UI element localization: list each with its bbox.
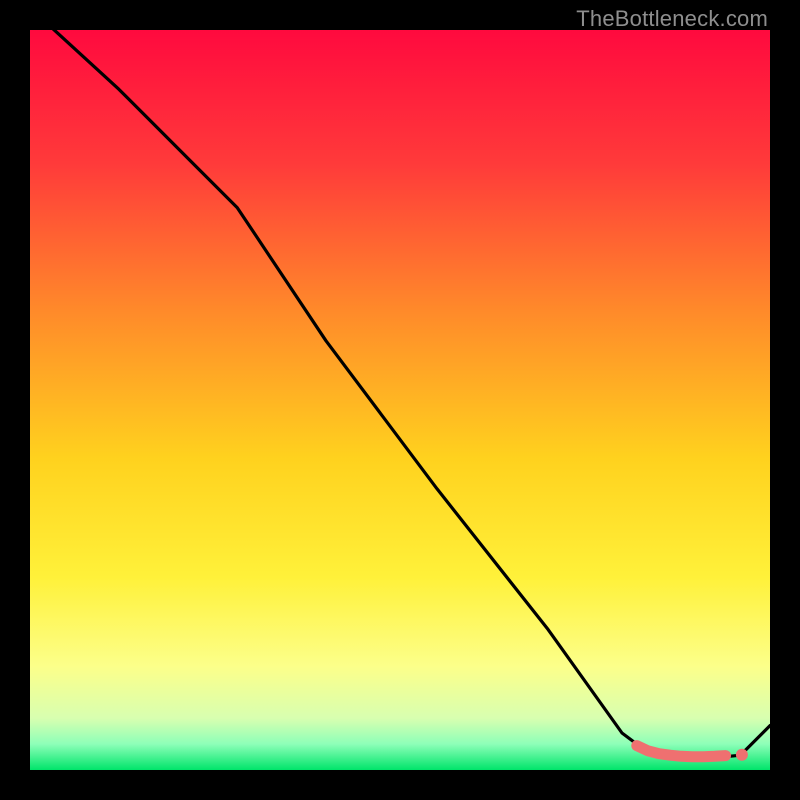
- chart-frame: [30, 30, 770, 770]
- bottleneck-chart: [30, 30, 770, 770]
- highlight-dot: [736, 749, 748, 761]
- watermark-text: TheBottleneck.com: [576, 6, 768, 32]
- gradient-background: [30, 30, 770, 770]
